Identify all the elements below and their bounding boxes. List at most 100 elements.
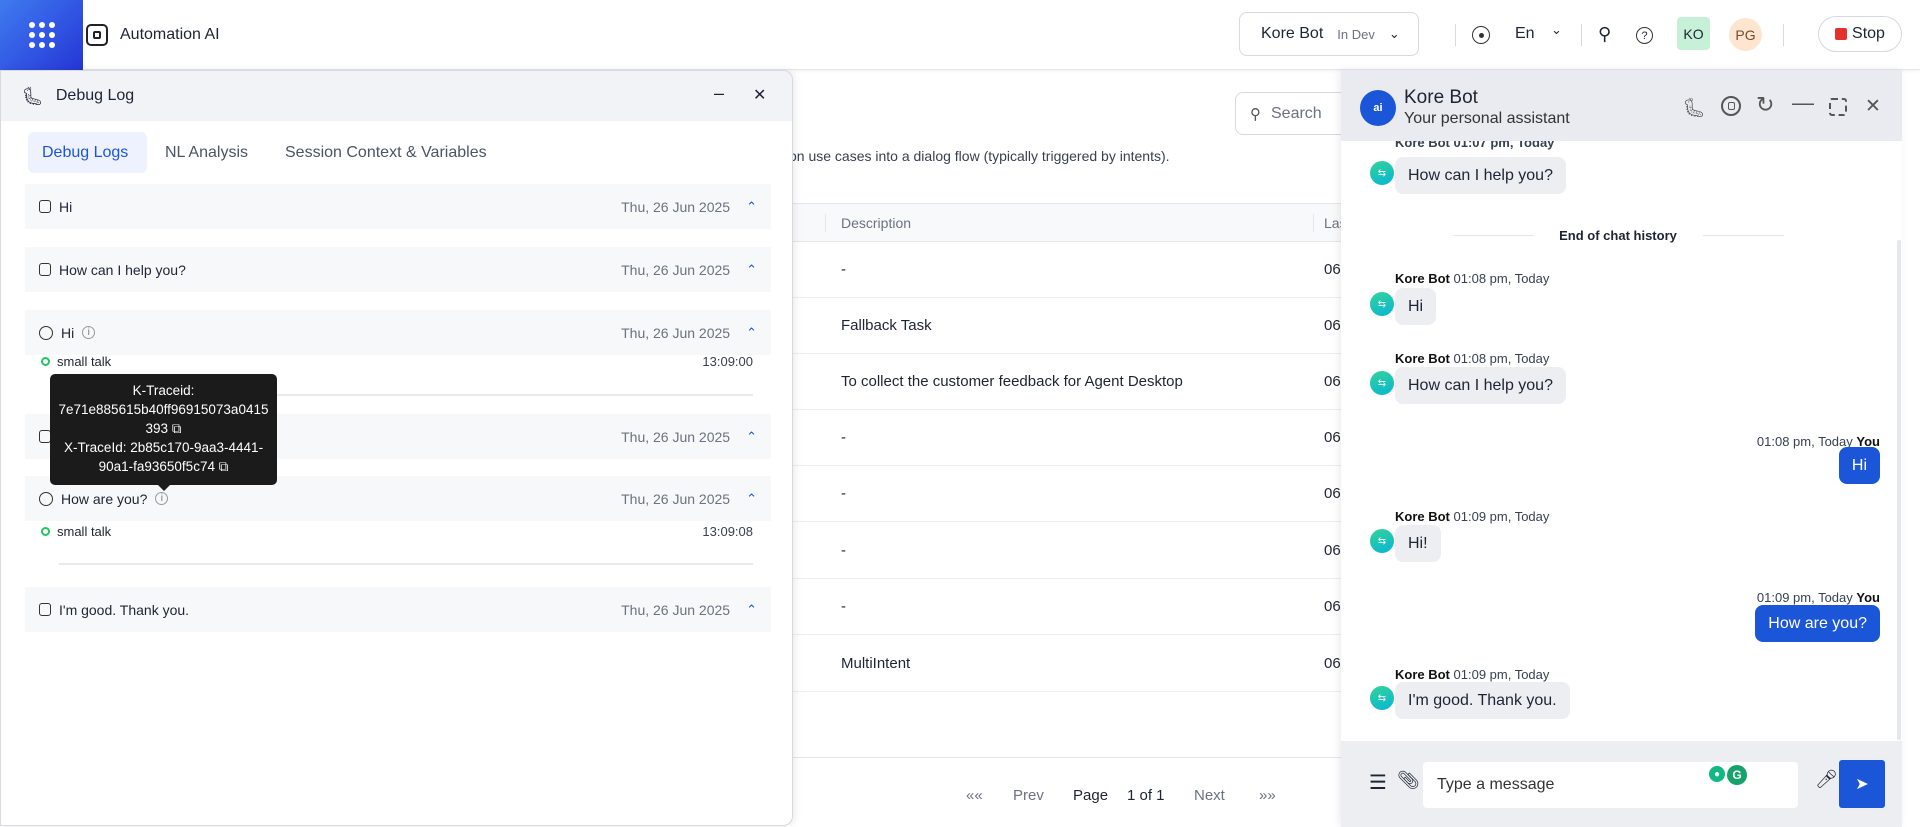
row-description: MultiIntent xyxy=(841,654,911,672)
table-row[interactable]: - 06 xyxy=(793,410,1341,466)
chevron-down-icon[interactable]: ⌄ xyxy=(1551,22,1562,38)
chevron-up-icon[interactable]: ⌃ xyxy=(746,199,757,215)
bot-icon xyxy=(39,200,51,213)
last-page-button[interactable]: »» xyxy=(1259,787,1276,804)
stop-icon xyxy=(1835,28,1848,40)
microphone-icon[interactable]: 🎤︎ xyxy=(1815,769,1838,790)
user-message: Hi xyxy=(1838,447,1880,484)
menu-icon[interactable]: ☰ xyxy=(1369,770,1387,795)
send-button[interactable]: ➤ xyxy=(1839,760,1885,808)
expand-icon[interactable] xyxy=(1829,98,1847,116)
bot-message: Hi! xyxy=(1395,525,1441,562)
page-value: 1 of 1 xyxy=(1127,787,1165,804)
sub-entry-time: 13:09:08 xyxy=(702,524,753,539)
stop-button[interactable]: Stop xyxy=(1818,16,1902,52)
copy-icon[interactable]: ⧉ xyxy=(219,459,229,474)
message-meta: 01:09 pm, Today You xyxy=(1756,590,1880,605)
debug-log-entry[interactable]: How can I help you? Thu, 26 Jun 2025 ⌃ xyxy=(25,247,771,292)
entry-text: I'm good. Thank you. xyxy=(59,601,190,618)
scrollbar[interactable] xyxy=(1897,240,1901,740)
table-row[interactable]: MultiIntent 06 xyxy=(793,635,1341,692)
search-icon[interactable]: ⚲ xyxy=(1598,24,1611,45)
k-traceid-value-end: 393 xyxy=(145,421,169,436)
first-page-button[interactable]: «« xyxy=(966,787,1013,804)
search-icon: ⚲ xyxy=(1250,105,1261,123)
chip-icon xyxy=(86,24,108,46)
divider xyxy=(793,757,1341,758)
chevron-up-icon[interactable]: ⌃ xyxy=(746,262,757,278)
debug-log-entry[interactable]: Hi i Thu, 26 Jun 2025 ⌃ xyxy=(25,310,771,355)
close-icon[interactable]: ✕ xyxy=(753,85,766,105)
k-traceid-value: 7e71e885615b40ff96915073a0415 xyxy=(58,402,269,417)
column-description[interactable]: Description xyxy=(841,215,911,231)
row-description: - xyxy=(841,541,846,559)
avatar-pg[interactable]: PG xyxy=(1729,18,1762,51)
info-icon[interactable]: i xyxy=(82,326,96,339)
entry-text: Hi xyxy=(61,324,75,341)
row-last-modified: 06 xyxy=(1324,654,1341,672)
bot-avatar-icon: ⇆ xyxy=(1370,686,1394,710)
tab-session-context[interactable]: Session Context & Variables xyxy=(271,132,501,173)
info-icon[interactable]: i xyxy=(155,492,169,505)
status-dot-icon xyxy=(41,357,50,366)
search-placeholder: Search xyxy=(1271,104,1322,122)
row-description: To collect the customer feedback for Age… xyxy=(841,373,1183,390)
entry-date: Thu, 26 Jun 2025 xyxy=(621,324,731,341)
divider xyxy=(1783,24,1784,46)
chevron-up-icon[interactable]: ⌃ xyxy=(746,325,757,341)
grammarly-icon[interactable]: G xyxy=(1727,765,1747,785)
attachment-icon[interactable]: 📎︎ xyxy=(1397,770,1420,791)
row-last-modified: 06 xyxy=(1324,429,1341,446)
tab-nl-analysis[interactable]: NL Analysis xyxy=(151,132,262,173)
table-row[interactable]: - 06 xyxy=(793,466,1341,522)
target-icon[interactable] xyxy=(1472,26,1490,44)
bot-selector[interactable]: Kore Bot In Dev ⌄ xyxy=(1239,12,1419,56)
bot-avatar-icon: ⇆ xyxy=(1370,371,1394,395)
avatar-ko[interactable]: KO xyxy=(1677,17,1710,50)
bug-icon[interactable]: 🐛︎ xyxy=(1682,96,1706,120)
divider xyxy=(1455,24,1456,46)
tab-debug-logs[interactable]: Debug Logs xyxy=(28,132,147,173)
help-icon[interactable]: ? xyxy=(1636,27,1653,44)
debug-log-entry[interactable]: I'm good. Thank you. Thu, 26 Jun 2025 ⌃ xyxy=(25,587,771,632)
next-page-button[interactable]: Next xyxy=(1194,787,1259,804)
table-row[interactable]: Fallback Task 06 xyxy=(793,298,1341,354)
bot-message: Hi xyxy=(1395,288,1437,325)
debug-log-title: Debug Log xyxy=(55,87,135,104)
bot-icon xyxy=(39,263,51,276)
minimize-icon[interactable]: – xyxy=(714,83,724,104)
stop-circle-icon[interactable] xyxy=(1721,96,1741,116)
table-header: Description Las xyxy=(793,203,1347,242)
table-row[interactable]: - 06 xyxy=(793,522,1341,579)
divider xyxy=(1581,24,1582,46)
app-grid-button[interactable] xyxy=(0,0,83,70)
minimize-icon[interactable]: — xyxy=(1792,90,1814,116)
close-icon[interactable]: ✕ xyxy=(1865,95,1881,118)
debug-sub-entry[interactable]: small talk 13:09:00 xyxy=(41,354,753,369)
chevron-up-icon[interactable]: ⌃ xyxy=(746,491,757,507)
chevron-up-icon[interactable]: ⌃ xyxy=(746,429,757,445)
table-row[interactable]: To collect the customer feedback for Age… xyxy=(793,354,1341,410)
chevron-up-icon[interactable]: ⌃ xyxy=(746,602,757,618)
debug-sub-entry[interactable]: small talk 13:09:08 xyxy=(41,524,753,539)
send-icon: ➤ xyxy=(1855,776,1869,793)
entry-text: How can I help you? xyxy=(59,261,186,278)
row-description: - xyxy=(841,429,846,446)
page-label: Page xyxy=(1073,787,1109,804)
search-input[interactable]: ⚲ Search xyxy=(1235,92,1355,135)
lightbulb-icon[interactable]: ● xyxy=(1709,766,1725,782)
prev-page-button[interactable]: Prev xyxy=(1013,787,1073,804)
debug-log-entry[interactable]: Hi Thu, 26 Jun 2025 ⌃ xyxy=(25,184,771,229)
bot-avatar-icon: ⇆ xyxy=(1370,292,1394,316)
copy-icon[interactable]: ⧉ xyxy=(172,421,182,436)
language-selector[interactable]: En xyxy=(1515,25,1535,43)
row-description: - xyxy=(841,485,846,502)
table-row[interactable]: - 06 xyxy=(793,579,1341,635)
row-last-modified: 06 xyxy=(1324,261,1341,278)
bot-icon xyxy=(39,603,51,616)
debug-log-panel: 🐛︎ Debug Log – ✕ Debug Logs NL Analysis … xyxy=(0,70,793,826)
row-last-modified: 06 xyxy=(1324,373,1341,390)
sub-entry-time: 13:09:00 xyxy=(702,354,753,369)
refresh-icon[interactable]: ↻ xyxy=(1756,92,1774,118)
table-row[interactable]: - 06 xyxy=(793,242,1341,298)
